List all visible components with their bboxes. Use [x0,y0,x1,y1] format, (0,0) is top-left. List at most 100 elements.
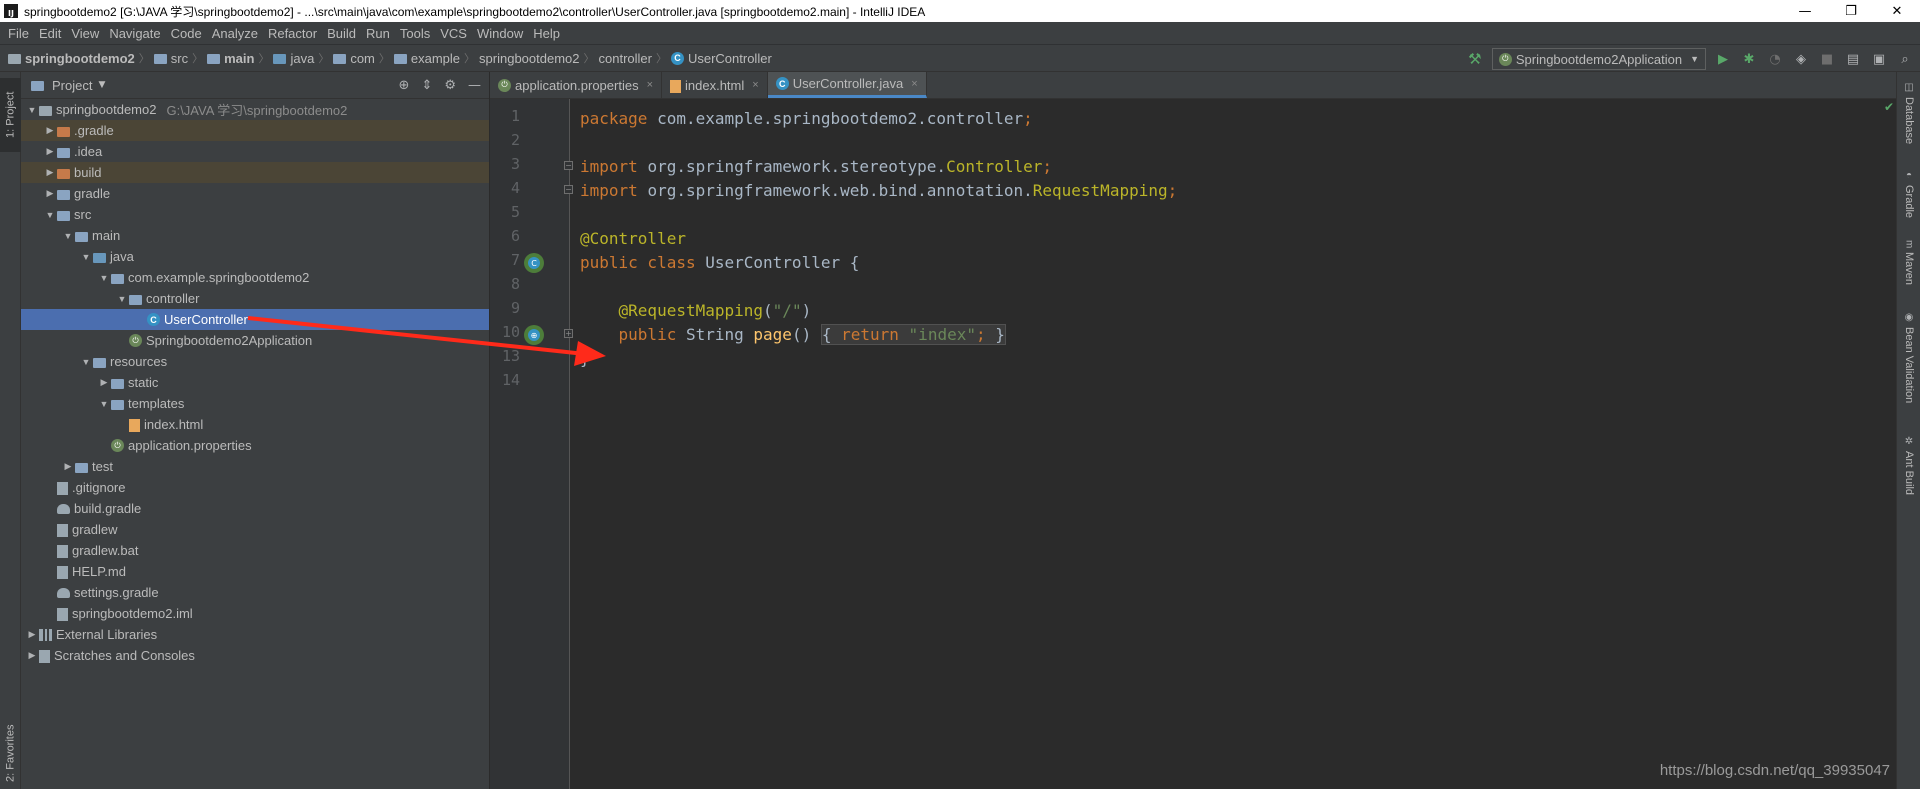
build-hammer-icon[interactable]: ⚒ [1466,50,1484,68]
tree-item[interactable]: ▶ build [21,162,489,183]
tree-item[interactable]: index.html [21,414,489,435]
profile-icon[interactable]: ◈ [1792,50,1810,68]
menu-help[interactable]: Help [528,26,565,41]
expand-down-icon[interactable]: ▼ [97,399,111,409]
database-tool-tab[interactable]: ◫ Database [1897,82,1920,144]
close-icon[interactable]: × [911,78,917,90]
editor-tab[interactable]: C UserController.java × [767,72,927,98]
expand-down-icon[interactable]: ▼ [43,210,57,220]
menu-vcs[interactable]: VCS [435,26,472,41]
menu-file[interactable]: File [3,26,34,41]
search-icon[interactable]: ⌕ [1896,50,1914,68]
breadcrumb-java[interactable]: java [273,51,314,66]
tree-item[interactable]: ▶ gradle [21,183,489,204]
minimize-button[interactable]: — [1782,0,1828,22]
close-icon[interactable]: × [752,79,758,91]
tree-item[interactable]: ▼ resources [21,351,489,372]
tree-item[interactable]: settings.gradle [21,582,489,603]
breadcrumb-example[interactable]: example [393,51,460,66]
editor-tab[interactable]: ⏻ application.properties × [490,72,663,98]
menu-tools[interactable]: Tools [395,26,435,41]
menu-analyze[interactable]: Analyze [207,26,263,41]
tree-item[interactable]: ▶ .gradle [21,120,489,141]
tree-item[interactable]: ▼ src [21,204,489,225]
expand-down-icon[interactable]: ▼ [115,294,129,304]
bean-validation-tool-tab[interactable]: ◉ Bean Validation [1897,312,1920,403]
tree-item[interactable]: ▼ controller [21,288,489,309]
tree-item[interactable]: ⏻ application.properties [21,435,489,456]
expand-down-icon[interactable]: ▼ [79,252,93,262]
expand-down-icon[interactable]: ▼ [79,357,93,367]
expand-right-icon[interactable]: ▶ [43,125,57,136]
locate-crosshair-icon[interactable]: ⊕ [399,78,410,93]
tree-item[interactable]: ▶ static [21,372,489,393]
tree-item[interactable]: ⏻ Springbootdemo2Application [21,330,489,351]
editor-tab[interactable]: index.html × [662,72,768,98]
tree-item[interactable]: C UserController [21,309,489,330]
project-tool-tab[interactable]: 1: Project [0,78,21,152]
breadcrumb-usercontroller[interactable]: C UserController [670,51,772,66]
menu-window[interactable]: Window [472,26,528,41]
tree-item[interactable]: ▼ main [21,225,489,246]
menu-refactor[interactable]: Refactor [263,26,322,41]
run-icon[interactable]: ▶ [1714,50,1732,68]
breadcrumb-main[interactable]: main [207,51,254,66]
spring-bean-gutter-icon[interactable]: C [524,253,544,273]
menu-view[interactable]: View [66,26,104,41]
hide-minus-icon[interactable]: — [468,78,481,93]
tree-item[interactable]: ▼ templates [21,393,489,414]
fold-plus-icon[interactable]: + [564,329,573,338]
expand-down-icon[interactable]: ▼ [61,231,75,241]
menu-code[interactable]: Code [166,26,207,41]
maven-tool-tab[interactable]: m Maven [1897,240,1920,285]
tree-item[interactable]: springbootdemo2.iml [21,603,489,624]
fold-minus-icon[interactable]: − [564,185,573,194]
spring-mapping-gutter-icon[interactable]: ⊕ [524,325,544,345]
debug-bug-icon[interactable]: ✱ [1740,50,1758,68]
ant-build-tool-tab[interactable]: ✲ Ant Build [1897,436,1920,495]
expand-right-icon[interactable]: ▶ [43,167,57,178]
tree-item[interactable]: HELP.md [21,561,489,582]
expand-right-icon[interactable]: ▶ [61,461,75,472]
tree-item[interactable]: ▶ External Libraries [21,624,489,645]
close-icon[interactable]: × [647,79,653,91]
tree-item[interactable]: ▼ java [21,246,489,267]
menu-build[interactable]: Build [322,26,361,41]
collapse-all-icon[interactable]: ⇕ [421,78,432,93]
breadcrumb-src[interactable]: src [153,51,188,66]
project-panel-title[interactable]: Project [52,78,92,93]
expand-right-icon[interactable]: ▶ [43,146,57,157]
breadcrumb-com[interactable]: com [333,51,375,66]
menu-run[interactable]: Run [361,26,395,41]
expand-right-icon[interactable]: ▶ [43,188,57,199]
gradle-tool-tab[interactable]: ◓ Gradle [1897,170,1920,218]
restore-button[interactable]: ❐ [1828,0,1874,22]
menu-navigate[interactable]: Navigate [104,26,165,41]
breadcrumb-springbootdemo2[interactable]: springbootdemo2 [479,51,579,66]
layout-icon[interactable]: ▣ [1870,50,1888,68]
coverage-icon[interactable]: ◔ [1766,50,1784,68]
close-button[interactable]: ✕ [1874,0,1920,22]
breadcrumb-project[interactable]: springbootdemo2 [8,51,135,66]
tree-item[interactable]: ▶ Scratches and Consoles [21,645,489,666]
run-configuration-select[interactable]: ⏻ Springbootdemo2Application ▼ [1491,48,1706,70]
code-area[interactable]: package com.example.springbootdemo2.cont… [580,99,1870,789]
tree-item[interactable]: build.gradle [21,498,489,519]
tree-item[interactable]: ▼ springbootdemo2 G:\JAVA 学习\springbootdem… [21,99,489,120]
project-structure-icon[interactable]: ▤ [1844,50,1862,68]
chevron-down-icon[interactable]: ▼ [98,80,105,90]
expand-right-icon[interactable]: ▶ [25,650,39,661]
tree-item[interactable]: .gitignore [21,477,489,498]
gear-icon[interactable]: ⚙ [444,78,456,93]
fold-minus-icon[interactable]: − [564,161,573,170]
expand-right-icon[interactable]: ▶ [97,377,111,388]
expand-right-icon[interactable]: ▶ [25,629,39,640]
tree-item[interactable]: gradlew.bat [21,540,489,561]
expand-down-icon[interactable]: ▼ [97,273,111,283]
stop-icon[interactable]: ■ [1818,50,1836,68]
tree-item[interactable]: gradlew [21,519,489,540]
tree-item[interactable]: ▼ com.example.springbootdemo2 [21,267,489,288]
menu-edit[interactable]: Edit [34,26,66,41]
breadcrumb-controller[interactable]: controller [599,51,652,66]
favorites-tool-tab[interactable]: 2: Favorites [0,718,21,788]
